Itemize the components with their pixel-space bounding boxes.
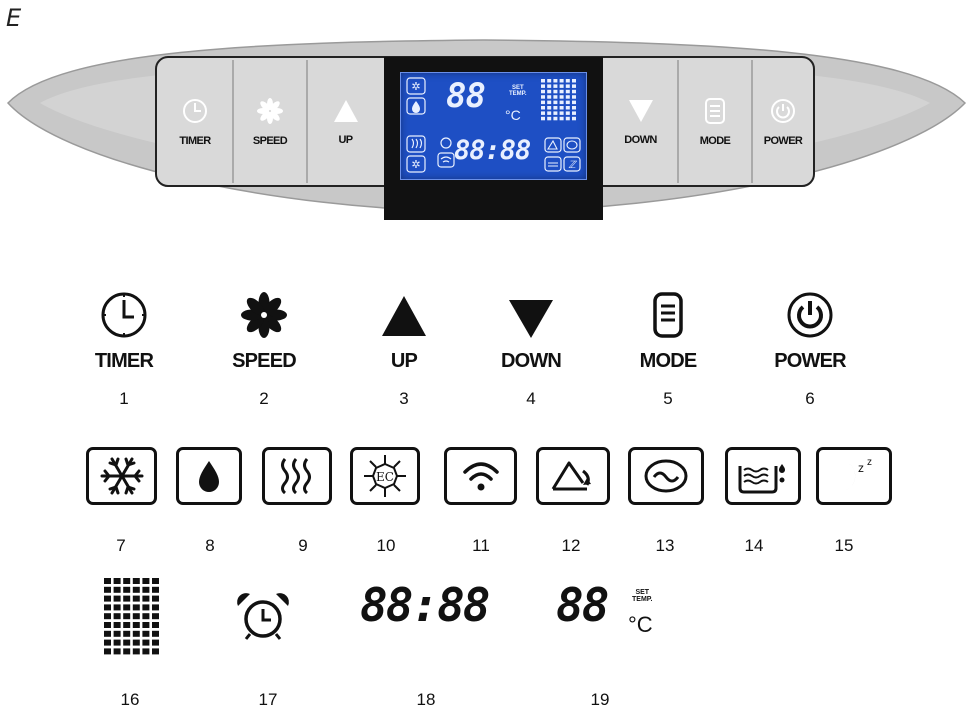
legend-timer-label: TIMER xyxy=(94,350,154,372)
legend-temp-digits: 88 xyxy=(556,578,609,632)
triangle-up-icon xyxy=(333,99,358,122)
legend-up-label: UP xyxy=(390,350,418,372)
legend-number-7: 7 xyxy=(116,536,126,555)
legend-number-11: 11 xyxy=(472,536,490,555)
legend-number-18: 18 xyxy=(416,690,436,709)
legend-number-14: 14 xyxy=(744,536,764,555)
legend-up: UP 3 xyxy=(334,290,474,409)
legend-number-10: 10 xyxy=(376,536,396,555)
legend-number-1: 1 xyxy=(119,389,129,408)
svg-text:✲: ✲ xyxy=(411,159,420,171)
legend-number-2: 2 xyxy=(259,389,269,408)
panel-power-label: POWER xyxy=(763,134,803,147)
legend-down: DOWN 4 xyxy=(461,290,601,409)
triangle-down-icon xyxy=(628,99,653,122)
lcd-right-icons: ℤ xyxy=(544,137,581,172)
lcd-display: ✲ ✲ 88 SET TEMP. °C 88:88 ℤ xyxy=(400,72,587,180)
svg-text:z: z xyxy=(867,457,872,468)
alarm-clock-icon xyxy=(237,593,289,640)
lcd-unit: °C xyxy=(505,107,521,123)
mode-icon xyxy=(653,292,683,338)
legend-mode-label: MODE xyxy=(639,350,698,372)
legend-power: POWER 6 xyxy=(740,290,880,409)
panel-timer-button[interactable]: TIMER xyxy=(157,57,233,186)
swing-icon xyxy=(551,461,591,491)
legend-number-19: 19 xyxy=(590,690,610,709)
legend-down-label: DOWN xyxy=(500,350,562,372)
legend-number-4: 4 xyxy=(526,389,536,408)
lcd-left-icons-top: ✲ xyxy=(406,77,426,115)
sleep-mode-icon: z z xyxy=(834,457,872,492)
legend-symbol-8 xyxy=(176,447,242,505)
legend-number-6: 6 xyxy=(805,389,815,408)
lcd-dot-matrix-icon xyxy=(541,79,576,121)
figure-label: E xyxy=(6,4,22,32)
legend-number-5: 5 xyxy=(663,389,673,408)
panel-timer-label: TIMER xyxy=(179,134,211,147)
legend-number-15: 15 xyxy=(834,536,854,555)
heat-waves-icon xyxy=(281,458,311,495)
svg-text:EC: EC xyxy=(376,470,394,484)
panel-up-label: UP xyxy=(338,133,353,146)
panel-speed-label: SPEED xyxy=(252,134,288,147)
svg-text:✲: ✲ xyxy=(411,81,420,93)
circulation-icon xyxy=(644,459,688,493)
legend-number-3: 3 xyxy=(399,389,409,408)
legend-symbol-15: z z xyxy=(816,447,892,505)
legend-timer: TIMER 1 xyxy=(54,290,194,409)
mode-icon xyxy=(705,97,725,124)
power-icon xyxy=(771,98,795,123)
lcd-alarm-wifi-icons xyxy=(437,137,455,168)
fan-icon xyxy=(257,97,283,124)
legend-mode: MODE 5 xyxy=(598,290,738,409)
legend-symbol-10: EC xyxy=(350,447,420,505)
legend-temp-unit: °C xyxy=(628,612,653,637)
power-icon xyxy=(787,292,833,338)
clock-icon xyxy=(183,98,207,123)
lcd-temperature-digits: 88 xyxy=(446,76,486,116)
legend-number-16: 16 xyxy=(120,690,140,709)
lcd-left-icons-bottom: ✲ xyxy=(406,135,426,173)
legend-speed: SPEED 2 xyxy=(194,290,334,409)
legend-symbol-13 xyxy=(628,447,704,505)
svg-text:ℤ: ℤ xyxy=(568,160,577,171)
legend-symbol-12 xyxy=(536,447,610,505)
legend-speed-label: SPEED xyxy=(232,350,297,372)
legend-symbol-9 xyxy=(262,447,332,505)
panel-mode-label: MODE xyxy=(699,134,731,147)
legend-symbol-11 xyxy=(444,447,517,505)
legend-symbol-7 xyxy=(86,447,157,505)
legend-number-12: 12 xyxy=(561,536,581,555)
clock-icon xyxy=(101,292,147,338)
ec-snowflake-icon: EC xyxy=(364,455,406,497)
legend-number-17: 17 xyxy=(258,690,278,709)
lcd-set-temp-label: SET TEMP. xyxy=(509,85,527,97)
panel-power-button[interactable]: POWER xyxy=(752,57,814,186)
water-tank-full-icon xyxy=(738,464,785,494)
legend-set-temp-label: SET TEMP. xyxy=(632,589,653,603)
dot-matrix-icon xyxy=(104,578,159,655)
legend-number-9: 9 xyxy=(298,536,308,555)
legend-power-label: POWER xyxy=(774,350,846,372)
panel-speed-button[interactable]: SPEED xyxy=(233,57,307,186)
triangle-down-icon xyxy=(509,300,553,338)
lcd-time-digits: 88:88 xyxy=(454,135,531,166)
panel-down-label: DOWN xyxy=(624,133,657,146)
triangle-up-icon xyxy=(382,296,426,336)
legend-number-8: 8 xyxy=(205,536,215,555)
snowflake-icon xyxy=(100,457,143,495)
fan-icon xyxy=(241,292,287,338)
legend-time-digits: 88:88 xyxy=(360,578,490,632)
panel-down-button[interactable]: DOWN xyxy=(603,57,678,186)
panel-up-button[interactable]: UP xyxy=(307,57,384,186)
svg-text:z: z xyxy=(858,461,864,475)
legend-symbol-14 xyxy=(725,447,801,505)
legend-number-13: 13 xyxy=(655,536,675,555)
panel-mode-button[interactable]: MODE xyxy=(678,57,752,186)
wifi-icon xyxy=(462,462,499,491)
water-drop-icon xyxy=(199,461,219,492)
